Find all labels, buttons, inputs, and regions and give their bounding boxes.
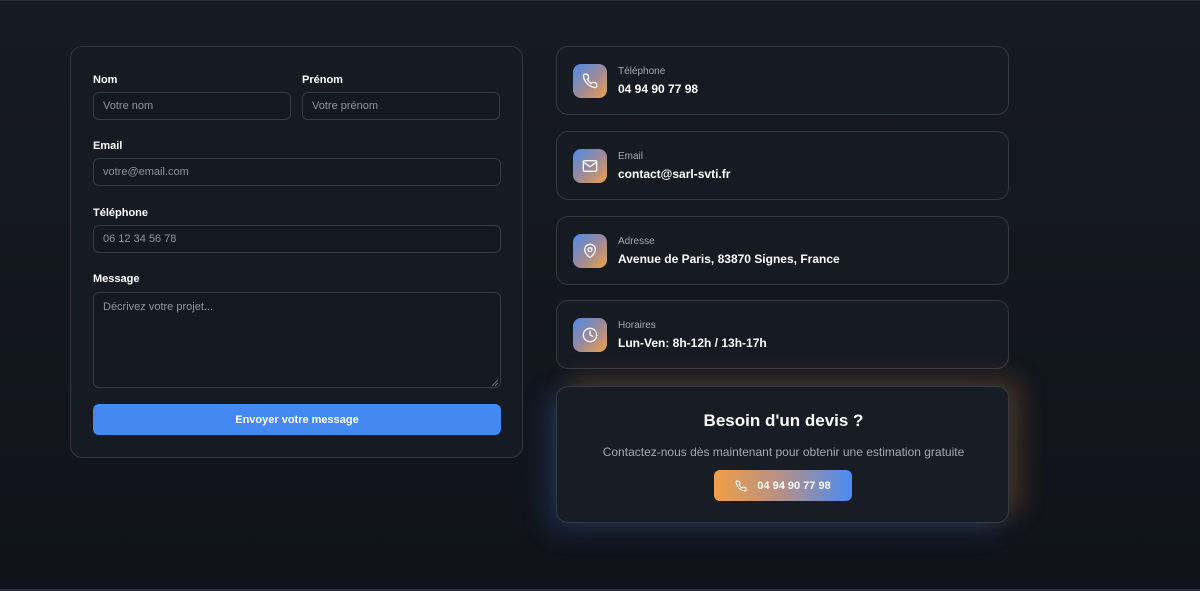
quote-card: Besoin d'un devis ? Contactez-nous dès m… [556, 386, 1009, 523]
contact-value: Lun-Ven: 8h-12h / 13h-17h [618, 336, 767, 350]
telephone-input[interactable] [93, 225, 501, 253]
telephone-label: Téléphone [93, 207, 149, 219]
call-button-label: 04 94 90 77 98 [757, 479, 831, 492]
contact-label: Horaires [618, 320, 656, 331]
resize-grip-icon[interactable] [491, 379, 499, 387]
prenom-input[interactable] [302, 92, 500, 120]
contact-label: Adresse [618, 236, 655, 247]
contact-form: Nom Prénom Email Téléphone Message Envoy… [70, 46, 523, 458]
contact-value: Avenue de Paris, 83870 Signes, France [618, 252, 840, 266]
phone-icon [573, 64, 607, 98]
nom-label: Nom [93, 74, 118, 86]
prenom-label: Prénom [302, 74, 343, 86]
email-input[interactable] [93, 158, 501, 186]
quote-subtitle: Contactez-nous dès maintenant pour obten… [602, 445, 965, 459]
message-label: Message [93, 273, 140, 285]
phone-icon [735, 479, 747, 491]
contact-item-horaires: Horaires Lun-Ven: 8h-12h / 13h-17h [556, 300, 1009, 369]
quote-title: Besoin d'un devis ? [703, 411, 864, 430]
contact-value: contact@sarl-svti.fr [618, 167, 731, 181]
email-label: Email [93, 140, 123, 152]
contact-label: Email [618, 151, 644, 162]
contact-item-telephone: Téléphone 04 94 90 77 98 [556, 46, 1009, 115]
clock-icon [573, 318, 607, 352]
map-pin-icon [573, 234, 607, 268]
call-button[interactable]: 04 94 90 77 98 [714, 470, 852, 501]
contact-value: 04 94 90 77 98 [618, 82, 699, 96]
message-textarea[interactable] [93, 292, 501, 388]
nom-input[interactable] [93, 92, 291, 120]
contact-item-adresse: Adresse Avenue de Paris, 83870 Signes, F… [556, 216, 1009, 285]
contact-item-email: Email contact@sarl-svti.fr [556, 131, 1009, 200]
submit-button[interactable]: Envoyer votre message [93, 404, 501, 435]
top-divider [0, 0, 1200, 1]
mail-icon [573, 149, 607, 183]
contact-label: Téléphone [618, 66, 666, 77]
